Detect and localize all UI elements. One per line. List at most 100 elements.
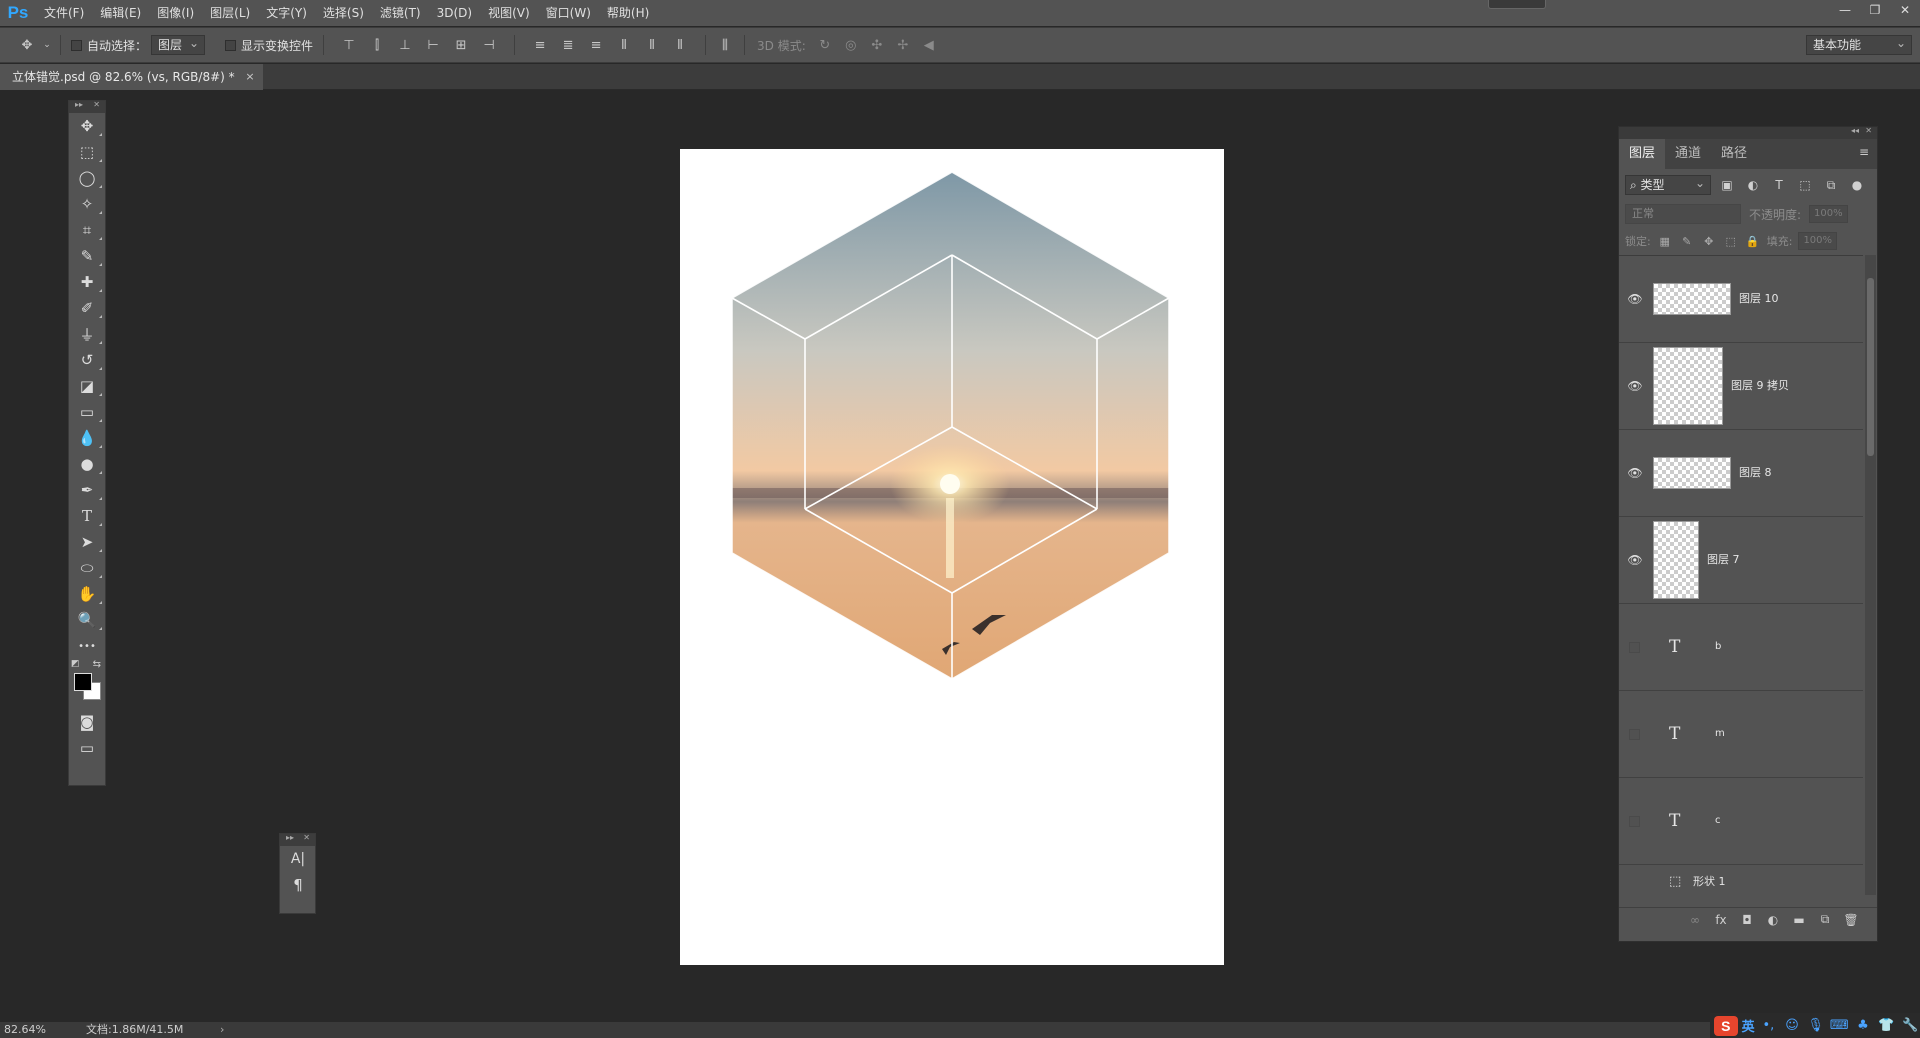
eyedropper-tool[interactable]: ✎ (69, 243, 105, 269)
close-icon[interactable]: ✕ (1865, 126, 1872, 135)
align-left-icon[interactable]: ⊢ (420, 34, 446, 56)
lock-transparent-icon[interactable]: ▦ (1657, 235, 1673, 248)
layer-row[interactable]: 👁 图层 8 (1619, 430, 1863, 517)
shape-layer-icon[interactable]: ⬚ (1669, 839, 1681, 895)
lock-all-icon[interactable]: 🔒 (1745, 235, 1761, 248)
lock-image-icon[interactable]: ✎ (1679, 235, 1695, 248)
checkbox-box[interactable] (71, 39, 82, 51)
tab-layers[interactable]: 图层 (1619, 139, 1666, 169)
lock-position-icon[interactable]: ✥ (1701, 235, 1717, 248)
minimize-button[interactable]: — (1830, 0, 1860, 20)
distribute-right-icon[interactable]: ⦀ (667, 34, 693, 56)
panel-menu-icon[interactable]: ≡ (1859, 145, 1869, 159)
filter-smart-object-icon[interactable]: ⧉ (1821, 178, 1841, 193)
opacity-input[interactable]: 100% (1809, 205, 1848, 223)
auto-align-icon[interactable]: ⫼ (712, 34, 738, 56)
hand-tool[interactable]: ✋ (69, 581, 105, 607)
close-icon[interactable]: ✕ (303, 833, 310, 842)
clone-stamp-tool[interactable]: ⏚ (69, 321, 105, 347)
visibility-toggle[interactable] (1629, 816, 1640, 827)
zoom-readout[interactable]: 82.64% (4, 1022, 46, 1038)
dodge-tool[interactable]: ● (69, 451, 105, 477)
distribute-hcenter-icon[interactable]: ⦀ (639, 34, 665, 56)
auto-select-checkbox[interactable]: 自动选择： (71, 37, 147, 54)
checkbox-box[interactable] (225, 39, 237, 51)
document-canvas[interactable] (680, 149, 1224, 965)
auto-select-target-select[interactable]: 图层 (151, 34, 206, 55)
collapse-icon[interactable]: ▸▸ (286, 833, 294, 842)
layer-name[interactable]: 形状 1 (1693, 839, 1726, 895)
character-panel-icon[interactable]: A| (280, 846, 316, 872)
filter-shape-icon[interactable]: ⬚ (1795, 178, 1815, 192)
status-menu-arrow[interactable]: › (220, 1022, 224, 1038)
foreground-color-swatch[interactable] (74, 673, 92, 691)
align-hcenter-icon[interactable]: ⊞ (448, 34, 474, 56)
visibility-eye-icon[interactable]: 👁 (1626, 430, 1644, 516)
filter-toggle-icon[interactable]: ● (1847, 178, 1867, 192)
distribute-left-icon[interactable]: ⦀ (611, 34, 637, 56)
layer-row[interactable]: Tb (1619, 604, 1863, 691)
lock-artboard-icon[interactable]: ⬚ (1723, 235, 1739, 248)
visibility-toggle[interactable] (1629, 642, 1640, 653)
3d-orbit-icon[interactable]: ↻ (812, 34, 838, 56)
swap-colors-icon[interactable]: ⇆ (93, 659, 101, 670)
punctuation-icon[interactable]: •, (1759, 1018, 1779, 1033)
menu-select[interactable]: 选择(S) (315, 0, 372, 26)
menu-3d[interactable]: 3D(D) (429, 0, 480, 26)
sogou-logo[interactable]: S (1714, 1015, 1738, 1036)
align-bottom-icon[interactable]: ⊥ (392, 34, 418, 56)
3d-slide-icon[interactable]: ✢ (890, 34, 916, 56)
new-group-icon[interactable]: ▬ (1791, 913, 1807, 927)
eraser-tool[interactable]: ◪ (69, 373, 105, 399)
document-tab[interactable]: 立体错觉.psd @ 82.6% (vs, RGB/8#) * × (0, 64, 263, 90)
scrollbar-thumb[interactable] (1867, 278, 1874, 456)
layer-name[interactable]: 图层 8 (1739, 430, 1772, 516)
collapse-icon[interactable]: ◂◂ (1851, 126, 1859, 135)
filter-adjustment-icon[interactable]: ◐ (1743, 178, 1763, 192)
restore-button[interactable]: ❐ (1860, 0, 1890, 20)
visibility-eye-icon[interactable]: 👁 (1626, 343, 1644, 429)
collapse-icon[interactable]: ▸▸ (75, 100, 83, 109)
layer-name[interactable]: 图层 9 拷贝 (1731, 343, 1789, 429)
panel-header[interactable]: ✕ ◂◂ (1619, 126, 1877, 139)
move-icon[interactable]: ✥ (14, 34, 40, 56)
crop-tool[interactable]: ⌗ (69, 217, 105, 243)
align-right-icon[interactable]: ⊣ (476, 34, 502, 56)
magic-wand-tool[interactable]: ✧ (69, 191, 105, 217)
menu-help[interactable]: 帮助(H) (599, 0, 657, 26)
menu-image[interactable]: 图像(I) (149, 0, 202, 26)
brush-tool[interactable]: ✐ (69, 295, 105, 321)
paragraph-panel-icon[interactable]: ¶ (280, 872, 316, 898)
filter-type-icon[interactable]: T (1769, 178, 1789, 192)
layer-row[interactable]: ⬚ 形状 1 (1619, 865, 1863, 895)
fill-input[interactable]: 100% (1798, 232, 1838, 250)
gradient-tool[interactable]: ▭ (69, 399, 105, 425)
microphone-icon[interactable]: 🎙 (1806, 1018, 1826, 1033)
layer-thumbnail[interactable] (1653, 347, 1723, 425)
new-layer-icon[interactable]: ⧉ (1817, 912, 1833, 927)
blend-mode-select[interactable]: 正常 (1625, 204, 1741, 224)
type-tool[interactable]: T (69, 503, 105, 529)
history-brush-tool[interactable]: ↺ (69, 347, 105, 373)
pen-tool[interactable]: ✒ (69, 477, 105, 503)
align-vcenter-icon[interactable]: ⫿ (364, 34, 390, 56)
3d-pan-icon[interactable]: ✣ (864, 34, 890, 56)
layer-row[interactable]: 👁 图层 9 拷贝 (1619, 343, 1863, 430)
link-layers-icon[interactable]: ∞ (1687, 913, 1703, 927)
ime-language[interactable]: 英 (1742, 1016, 1755, 1035)
close-icon[interactable]: ✕ (93, 100, 100, 109)
show-transform-controls-checkbox[interactable]: 显示变换控件 (225, 37, 313, 54)
visibility-toggle[interactable] (1629, 729, 1640, 740)
delete-layer-icon[interactable]: 🗑 (1843, 913, 1859, 927)
tool-preset-dropdown[interactable]: ⌄ (40, 34, 54, 56)
3d-roll-icon[interactable]: ◎ (838, 34, 864, 56)
filter-pixel-icon[interactable]: ▣ (1717, 178, 1737, 192)
type-layer-icon[interactable]: T (1669, 691, 1680, 777)
tab-channels[interactable]: 通道 (1665, 139, 1711, 169)
layer-thumbnail[interactable] (1653, 457, 1731, 489)
zoom-tool[interactable]: 🔍 (69, 607, 105, 633)
quick-mask-icon[interactable]: ◙ (69, 709, 105, 735)
layers-scrollbar[interactable] (1865, 255, 1876, 895)
move-tool[interactable]: ✥ (69, 113, 105, 139)
layer-row[interactable]: 👁 图层 10 (1619, 256, 1863, 343)
